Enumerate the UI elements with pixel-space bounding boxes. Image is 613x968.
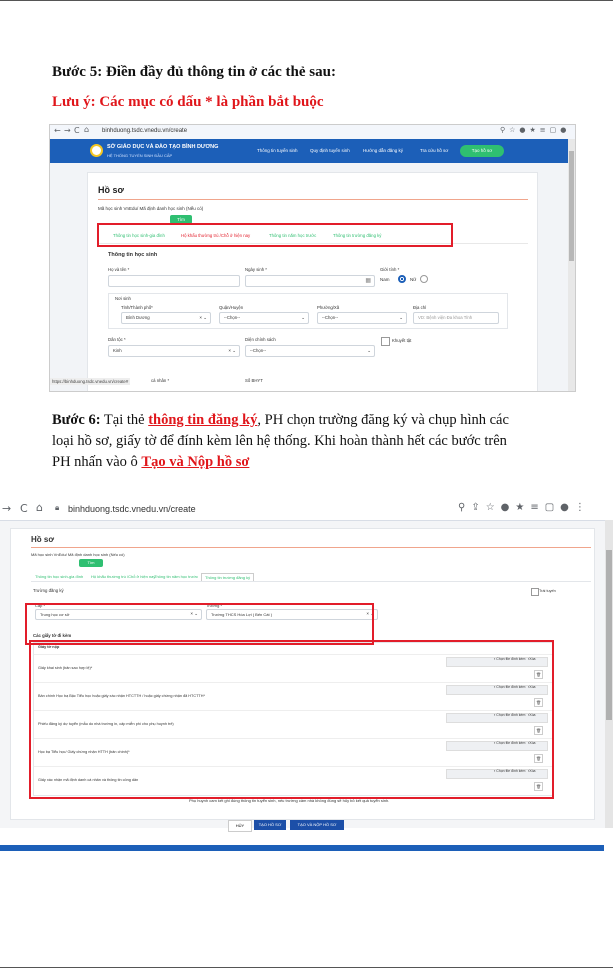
policy-label: Diện chính sách [245, 337, 276, 342]
brand-title: SỞ GIÁO DỤC VÀ ĐÀO TẠO BÌNH DƯƠNG [107, 144, 219, 150]
create-profile-button[interactable]: Tạo hồ sơ [460, 145, 504, 157]
screenshot-step6: → C ⌂ 🔒︎ binhduong.tsdc.vnedu.vn/create … [0, 498, 613, 828]
district-select[interactable]: --Chọn-- ⌄ [219, 312, 309, 324]
home-icon[interactable]: ⌂ [36, 501, 43, 514]
student-code-label: Mã học sinh VnEdu/ Mã định danh học sinh… [98, 206, 204, 211]
dob-input[interactable]: ▦ [245, 275, 375, 287]
gender-label: Giới tính * [380, 267, 400, 272]
address-bar[interactable]: binhduong.tsdc.vnedu.vn/create [68, 504, 196, 514]
page-title: Hồ sơ [31, 535, 55, 544]
section-title: Trường đăng ký [33, 588, 64, 593]
create-submit-button[interactable]: TẠO VÀ NỘP HỒ SƠ [290, 820, 344, 830]
top-border [0, 0, 613, 1]
step6-line1: Bước 6: Tại thẻ thông tin đăng ký, PH ch… [52, 412, 509, 428]
chevron-down-icon: × ⌄ [199, 315, 207, 320]
birthplace-box: Nơi sinh Tỉnh/Thành phố* Bình Dương × ⌄ Q… [108, 293, 508, 329]
out-of-area-label: Trái tuyến [539, 589, 556, 593]
nav-item-guide[interactable]: Hướng dẫn đăng ký [363, 148, 403, 153]
toolbar-icons: ⚲☆●★≡▢● [500, 126, 571, 134]
chevron-down-icon: ⌄ [367, 348, 371, 353]
tab-prev-year[interactable]: Thông tin năm học trước [154, 574, 198, 579]
female-radio[interactable] [420, 275, 428, 283]
step6-line3: PH nhấn vào ô Tạo và Nộp hồ sơ [52, 454, 250, 470]
birthplace-label: Nơi sinh [115, 296, 131, 301]
page-title: Hồ sơ [98, 185, 124, 195]
chevron-down-icon: × ⌄ [228, 348, 236, 353]
scrollbar[interactable] [568, 139, 575, 391]
student-code-label: Mã học sinh VnEdu/ Mã định danh học sinh… [31, 552, 125, 557]
chevron-down-icon: ⌄ [301, 315, 305, 320]
ethnic-label: Dân tộc * [108, 337, 126, 342]
step5-title: Bước 5: Điền đầy đủ thông tin ở các thẻ … [52, 64, 336, 80]
highlight-school [25, 603, 374, 645]
policy-select[interactable]: --Chọn-- ⌄ [245, 345, 375, 357]
province-label: Tỉnh/Thành phố* [121, 305, 153, 310]
profile-card: Hồ sơ Mã học sinh VnEdu/ Mã định danh họ… [87, 172, 538, 391]
step6-line2: loại hồ sơ, giấy tờ để đính kèm lên hệ t… [52, 433, 507, 449]
province-select[interactable]: Bình Dương × ⌄ [121, 312, 211, 324]
browser-bar: → C ⌂ 🔒︎ binhduong.tsdc.vnedu.vn/create … [0, 498, 613, 521]
logo-icon [90, 144, 103, 157]
ward-label: Phường/Xã [317, 305, 340, 310]
step5-note: Lưu ý: Các mục có dấu * là phần bắt buộc [52, 94, 324, 110]
male-radio[interactable] [398, 275, 406, 283]
nav-item-info[interactable]: Thông tin tuyển sinh [257, 148, 298, 153]
link-registration-info: thông tin đăng ký [148, 412, 258, 428]
address-label: Địa chỉ [413, 305, 427, 310]
tab-student-family[interactable]: Thông tin học sinh-gia đình [35, 574, 83, 579]
status-url: https://binhduong.tsdc.vnedu.vn/create# [50, 378, 131, 385]
reload-icon[interactable]: C [20, 502, 28, 515]
forward-icon[interactable]: → [64, 126, 71, 135]
brand-sub: HỆ THỐNG TUYỂN SINH ĐẦU CẤP [107, 153, 173, 158]
reload-icon[interactable]: C [74, 126, 80, 135]
home-icon[interactable]: ⌂ [84, 125, 89, 134]
gender-male-label: Nam [380, 277, 390, 282]
ward-select[interactable]: --Chọn-- ⌄ [317, 312, 407, 324]
address-input[interactable]: VD: Bệnh viện Đa khoa Tỉnh [413, 312, 499, 324]
back-icon[interactable]: ← [54, 126, 61, 135]
cancel-button[interactable]: HỦY [228, 820, 252, 832]
nav-item-rules[interactable]: Quy định tuyển sinh [310, 148, 350, 153]
highlight-docs [29, 640, 554, 799]
search-button[interactable]: Tìm [79, 559, 103, 567]
site-header: SỞ GIÁO DỤC VÀ ĐÀO TẠO BÌNH DƯƠNG HỆ THỐ… [50, 139, 575, 163]
highlight-tabs [97, 223, 453, 247]
scrollbar[interactable] [605, 520, 613, 828]
toolbar-icons: ⚲⇪☆●★≡▢●⋮ [458, 502, 591, 513]
tab-residence[interactable]: Hộ khẩu thường trú /Chỗ ở hiện nay [91, 574, 155, 579]
insurance-label: Số BHYT [245, 378, 263, 383]
id-label: cá nhân * [151, 378, 170, 383]
disability-label: Khuyết tật [392, 338, 412, 343]
district-label: Quận/Huyện [219, 305, 244, 310]
gender-female-label: Nữ [410, 277, 417, 282]
chevron-down-icon: ⌄ [399, 315, 403, 320]
browser-bar: ← → C ⌂ binhduong.tsdc.vnedu.vn/create ⚲… [50, 125, 575, 140]
lock-icon: 🔒︎ [55, 503, 60, 512]
disability-checkbox[interactable] [381, 337, 390, 346]
dob-label: Ngày sinh * [245, 267, 267, 272]
out-of-area-checkbox[interactable] [531, 588, 539, 596]
create-button[interactable]: TẠO HỒ SƠ [254, 820, 286, 830]
calendar-icon[interactable]: ▦ [365, 277, 371, 284]
screenshot-step5: ← → C ⌂ binhduong.tsdc.vnedu.vn/create ⚲… [49, 124, 576, 392]
link-create-submit: Tạo và Nộp hồ sơ [141, 454, 250, 470]
section-title: Thông tin học sinh [108, 252, 158, 258]
name-input[interactable] [108, 275, 240, 287]
back-icon[interactable]: → [2, 502, 11, 515]
ethnic-select[interactable]: Kinh × ⌄ [108, 345, 240, 357]
address-bar[interactable]: binhduong.tsdc.vnedu.vn/create [102, 128, 187, 134]
name-label: Họ và tên * [108, 267, 130, 272]
footer-bar [0, 845, 604, 851]
nav-item-lookup[interactable]: Tra cứu hồ sơ [420, 148, 448, 153]
tab-registration[interactable]: Thông tin trường đăng ký [201, 573, 255, 581]
